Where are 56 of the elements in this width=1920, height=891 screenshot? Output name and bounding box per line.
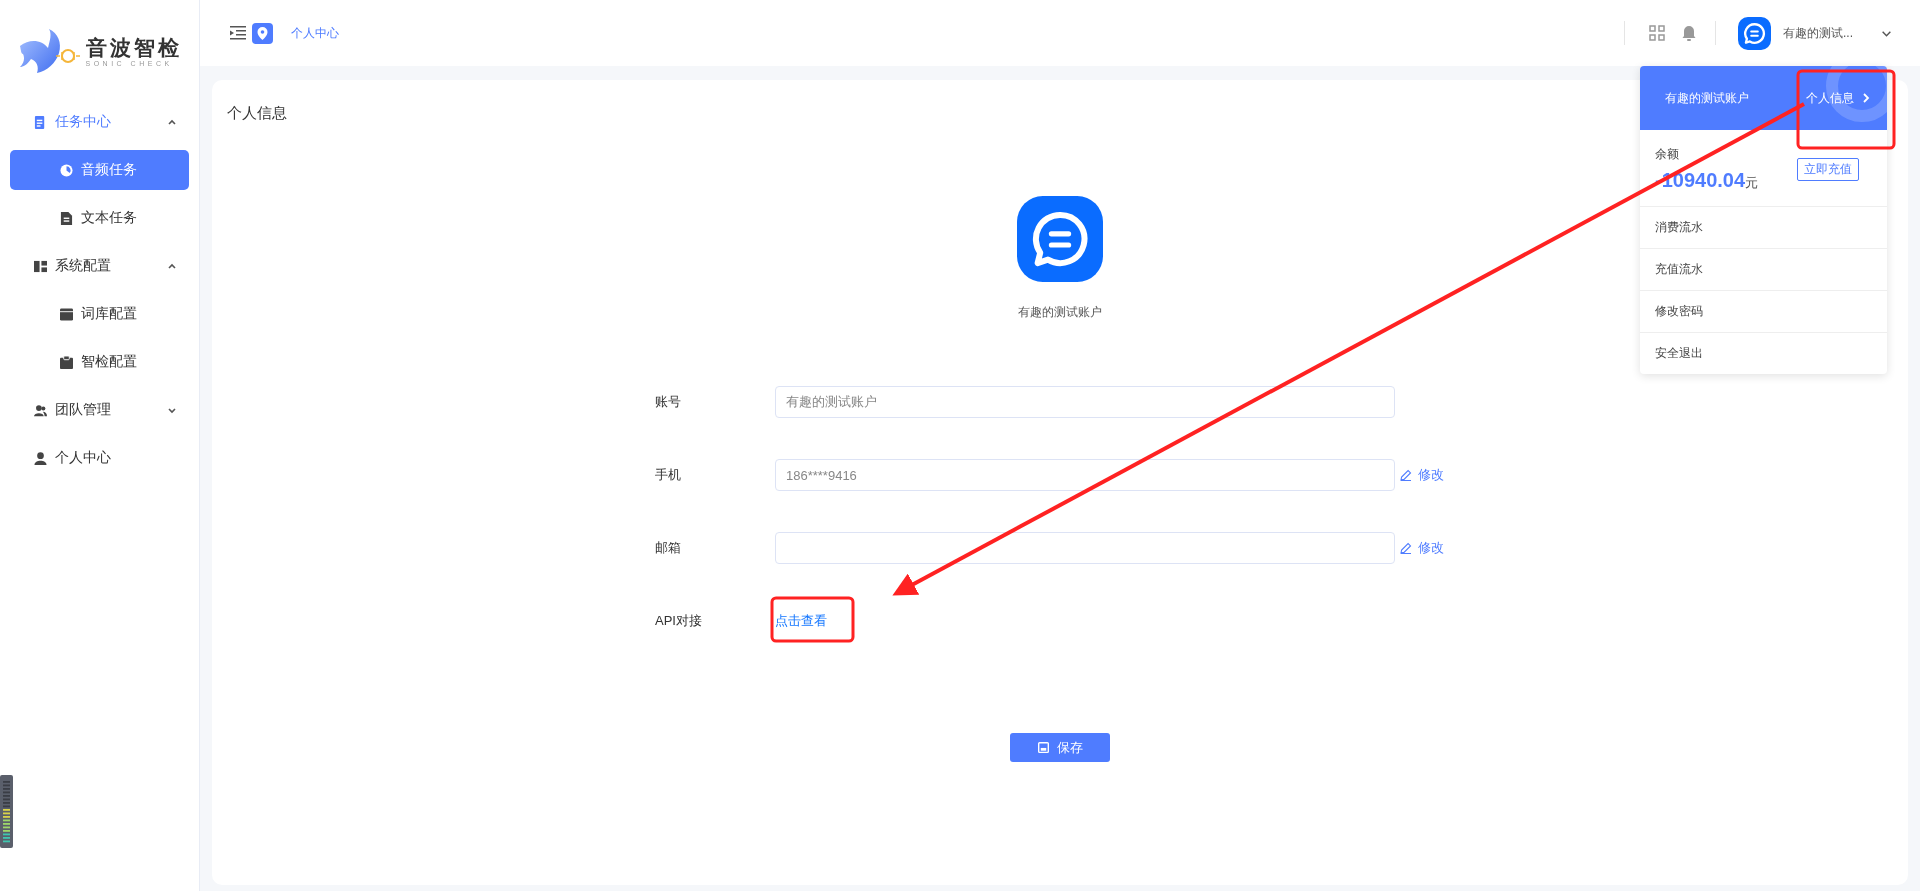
- field-label: API对接: [655, 612, 703, 630]
- field-label: 手机: [655, 466, 682, 484]
- account-name: 有趣的测试账户: [1665, 89, 1749, 107]
- sidebar-subitem[interactable]: 智检配置: [10, 342, 189, 382]
- dropdown-item[interactable]: 充值流水: [1640, 249, 1887, 291]
- sidebar-subitem[interactable]: 词库配置: [10, 294, 189, 334]
- bat-logo-icon: [17, 28, 80, 74]
- edit-link[interactable]: 修改: [1400, 466, 1444, 484]
- breadcrumb-link[interactable]: 个人中心: [291, 24, 339, 42]
- chevron-icon: [167, 117, 177, 127]
- text-field[interactable]: [775, 532, 1395, 564]
- sidebar-item[interactable]: 个人中心: [0, 434, 199, 482]
- clipboard-icon: [60, 355, 73, 369]
- chevron-icon: [167, 261, 177, 271]
- field-label: 账号: [655, 393, 682, 411]
- field-label: 邮箱: [655, 539, 682, 557]
- chevron-icon: [167, 405, 177, 415]
- avatar-icon: [1738, 16, 1771, 50]
- file-icon: [60, 211, 73, 225]
- sidebar-item[interactable]: 团队管理: [0, 386, 199, 434]
- logo-title: 音波智检: [85, 35, 182, 60]
- sidebar-item[interactable]: 任务中心: [0, 98, 199, 146]
- menu-fold-icon[interactable]: [230, 26, 246, 40]
- sidebar-subitem[interactable]: 文本任务: [10, 198, 189, 238]
- save-icon: [1037, 742, 1049, 753]
- bell-icon[interactable]: [1681, 25, 1697, 41]
- sidebar-item[interactable]: 系统配置: [0, 242, 199, 290]
- sidebar-subitem[interactable]: 音频任务: [10, 150, 189, 190]
- dropdown-item[interactable]: 安全退出: [1640, 333, 1887, 374]
- page-title: 个人信息: [227, 104, 287, 123]
- currency-unit: 元: [1745, 175, 1759, 192]
- edit-link[interactable]: 修改: [1400, 539, 1444, 557]
- user-icon: [34, 451, 47, 465]
- grid-icon[interactable]: [1649, 25, 1665, 41]
- location-pin-icon: [252, 22, 273, 44]
- text-field[interactable]: 186****9416: [775, 459, 1395, 491]
- profile-link[interactable]: 个人信息: [1806, 89, 1870, 107]
- recharge-button[interactable]: 立即充值: [1797, 157, 1859, 181]
- pencil-icon: [1400, 469, 1412, 481]
- save-button[interactable]: 保存: [1010, 733, 1110, 762]
- profile-name: 有趣的测试账户: [1018, 304, 1102, 321]
- profile-avatar-icon: [1017, 196, 1103, 282]
- document-icon: [34, 115, 47, 129]
- user-name[interactable]: 有趣的测试...: [1783, 24, 1853, 42]
- users-icon: [34, 403, 47, 417]
- pencil-icon: [1400, 542, 1412, 554]
- text-field[interactable]: 有趣的测试账户: [775, 386, 1395, 418]
- view-link[interactable]: 点击查看: [775, 612, 827, 630]
- dropdown-item[interactable]: 消费流水: [1640, 207, 1887, 249]
- folder-icon: [60, 307, 73, 321]
- pie-icon: [60, 163, 73, 177]
- balance-label: 余额: [1655, 146, 1680, 163]
- level-meter-icon: [0, 775, 13, 848]
- dropdown-item[interactable]: 修改密码: [1640, 291, 1887, 333]
- dashboard-icon: [34, 259, 47, 273]
- chevron-right-icon: [1862, 93, 1870, 103]
